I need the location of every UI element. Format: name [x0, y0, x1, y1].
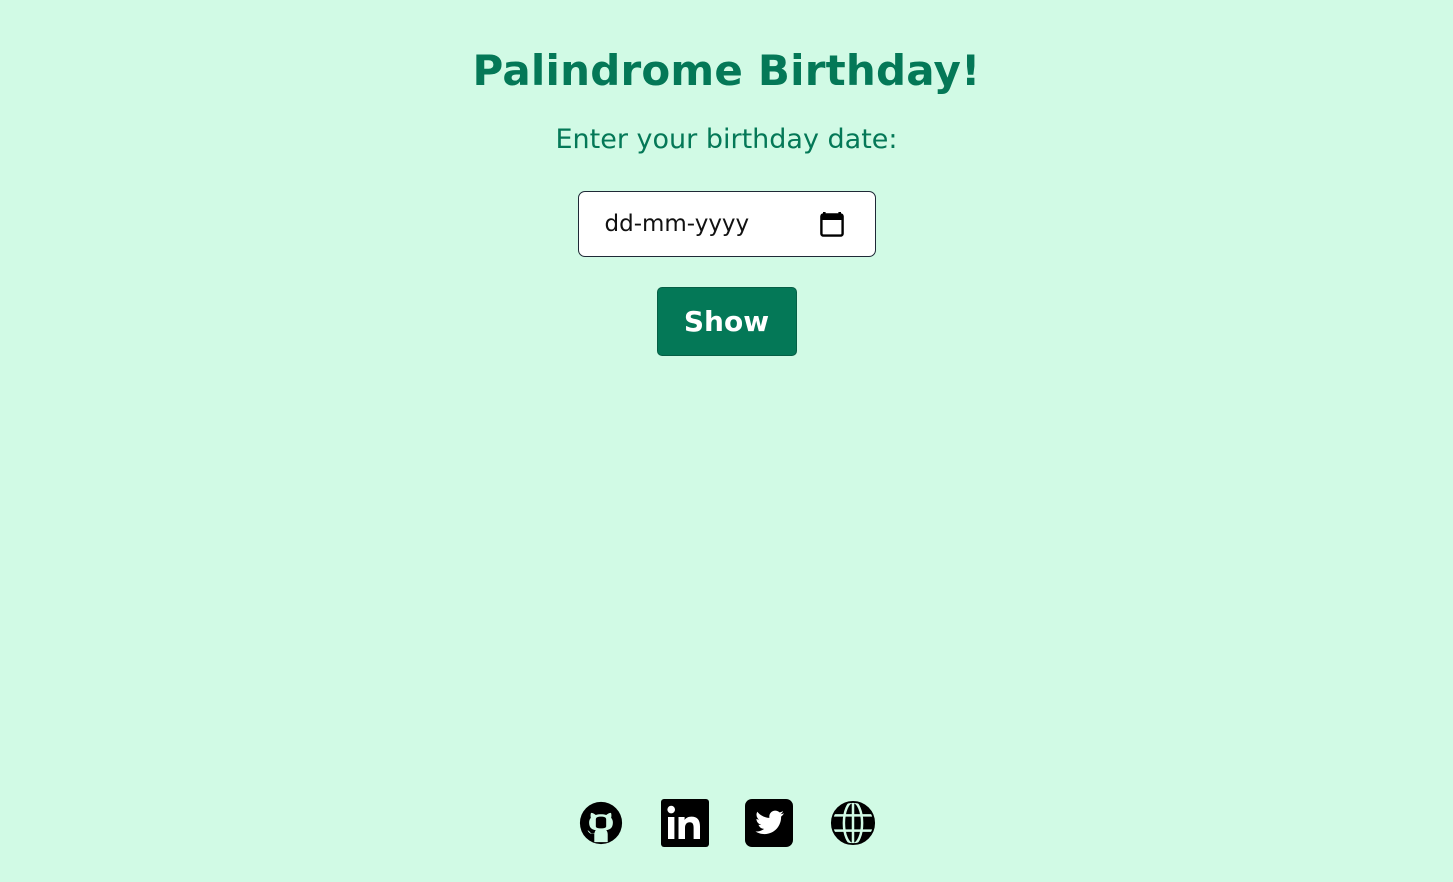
show-button[interactable]: Show — [656, 287, 797, 356]
globe-icon — [830, 800, 875, 846]
linkedin-icon — [660, 799, 709, 847]
calendar-icon[interactable] — [819, 211, 845, 237]
website-link[interactable] — [829, 799, 877, 847]
twitter-icon — [744, 799, 793, 847]
birthday-prompt-label: Enter your birthday date: — [555, 124, 898, 155]
github-icon — [579, 801, 622, 845]
date-placeholder-text: dd-mm-yyyy — [604, 211, 750, 237]
footer-social-links — [0, 799, 1453, 847]
birthday-date-input[interactable]: dd-mm-yyyy — [577, 191, 876, 257]
main-content: Palindrome Birthday! Enter your birthday… — [0, 0, 1453, 356]
github-link[interactable] — [577, 799, 625, 847]
page-title: Palindrome Birthday! — [472, 46, 981, 95]
twitter-link[interactable] — [744, 799, 793, 847]
linkedin-link[interactable] — [660, 799, 709, 847]
